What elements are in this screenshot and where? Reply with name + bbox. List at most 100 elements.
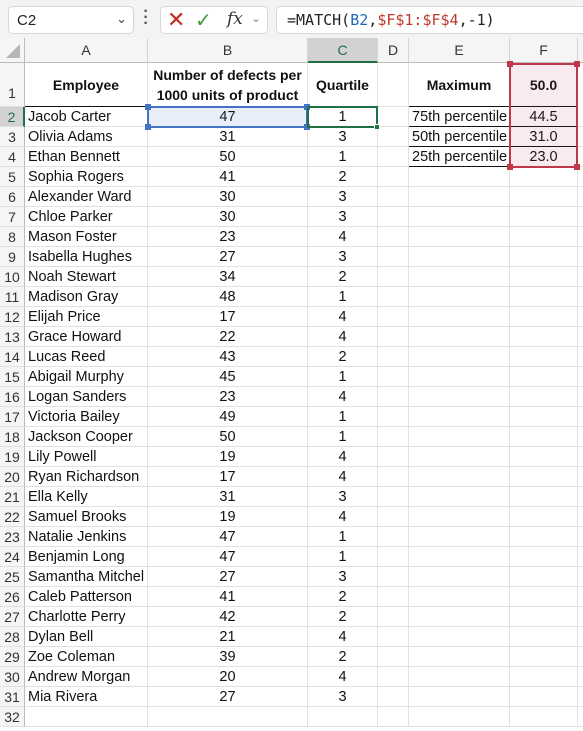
defects-value[interactable]: 47	[148, 547, 308, 567]
quartile-value[interactable]: 3	[308, 207, 378, 227]
cell-f17[interactable]	[510, 407, 578, 427]
formula-input[interactable]: =MATCH(B2,$F$1:$F$4,-1)	[276, 6, 583, 34]
employee-name[interactable]: Benjamin Long	[25, 547, 148, 567]
cell-e14[interactable]	[409, 347, 510, 367]
cell-e18[interactable]	[409, 427, 510, 447]
cell-g18[interactable]	[578, 427, 583, 447]
defects-value[interactable]: 27	[148, 687, 308, 707]
chevron-down-icon[interactable]: ⌄	[116, 11, 127, 27]
employee-name[interactable]: Ethan Bennett	[25, 147, 148, 167]
cell-f5[interactable]	[510, 167, 578, 187]
column-header-d[interactable]: D	[378, 38, 409, 63]
quartile-value[interactable]: 3	[308, 687, 378, 707]
cell-g23[interactable]	[578, 527, 583, 547]
cell-d17[interactable]	[378, 407, 409, 427]
cell-e31[interactable]	[409, 687, 510, 707]
defects-value[interactable]: 20	[148, 667, 308, 687]
employee-name[interactable]: Sophia Rogers	[25, 167, 148, 187]
cell-e15[interactable]	[409, 367, 510, 387]
defects-value[interactable]: 30	[148, 207, 308, 227]
quartile-value[interactable]: 4	[308, 307, 378, 327]
cell-f20[interactable]	[510, 467, 578, 487]
quartile-value[interactable]: 2	[308, 167, 378, 187]
cell-d3[interactable]	[378, 127, 409, 147]
cell-d29[interactable]	[378, 647, 409, 667]
cell-g9[interactable]	[578, 247, 583, 267]
row-header-4[interactable]: 4	[0, 147, 25, 167]
quartile-value[interactable]: 2	[308, 587, 378, 607]
employee-name[interactable]: Isabella Hughes	[25, 247, 148, 267]
row-header-23[interactable]: 23	[0, 527, 25, 547]
row-header-29[interactable]: 29	[0, 647, 25, 667]
employee-name[interactable]: Grace Howard	[25, 327, 148, 347]
cell-g17[interactable]	[578, 407, 583, 427]
cell-f28[interactable]	[510, 627, 578, 647]
employee-name[interactable]: Natalie Jenkins	[25, 527, 148, 547]
cell-e7[interactable]	[409, 207, 510, 227]
cell-f11[interactable]	[510, 287, 578, 307]
cell-e8[interactable]	[409, 227, 510, 247]
percentile-label[interactable]: 75th percentile	[409, 107, 510, 127]
defects-value[interactable]: 19	[148, 447, 308, 467]
defects-value[interactable]: 49	[148, 407, 308, 427]
row-header-17[interactable]: 17	[0, 407, 25, 427]
employee-name[interactable]: Zoe Coleman	[25, 647, 148, 667]
cell-c32[interactable]	[308, 707, 378, 727]
defects-value[interactable]: 17	[148, 467, 308, 487]
more-options-icon[interactable]: · · ·	[143, 4, 149, 32]
defects-value[interactable]: 30	[148, 187, 308, 207]
cell-g20[interactable]	[578, 467, 583, 487]
quartile-value[interactable]: 2	[308, 607, 378, 627]
row-header-20[interactable]: 20	[0, 467, 25, 487]
row-header-13[interactable]: 13	[0, 327, 25, 347]
cell-d30[interactable]	[378, 667, 409, 687]
row-header-26[interactable]: 26	[0, 587, 25, 607]
quartile-value[interactable]: 4	[308, 507, 378, 527]
cell-e24[interactable]	[409, 547, 510, 567]
employee-name[interactable]: Noah Stewart	[25, 267, 148, 287]
cell-d7[interactable]	[378, 207, 409, 227]
cell-d24[interactable]	[378, 547, 409, 567]
cell-f27[interactable]	[510, 607, 578, 627]
cell-d28[interactable]	[378, 627, 409, 647]
cell-e20[interactable]	[409, 467, 510, 487]
cell-g32[interactable]	[578, 707, 583, 727]
cell-d26[interactable]	[378, 587, 409, 607]
cell-e26[interactable]	[409, 587, 510, 607]
row-header-6[interactable]: 6	[0, 187, 25, 207]
row-header-30[interactable]: 30	[0, 667, 25, 687]
cell-e22[interactable]	[409, 507, 510, 527]
cell-g27[interactable]	[578, 607, 583, 627]
cell-g31[interactable]	[578, 687, 583, 707]
cell-f30[interactable]	[510, 667, 578, 687]
row-header-12[interactable]: 12	[0, 307, 25, 327]
cell-g6[interactable]	[578, 187, 583, 207]
cell-f23[interactable]	[510, 527, 578, 547]
cell-d23[interactable]	[378, 527, 409, 547]
cell-g8[interactable]	[578, 227, 583, 247]
cell-f8[interactable]	[510, 227, 578, 247]
employee-name[interactable]: Caleb Patterson	[25, 587, 148, 607]
employee-name[interactable]: Mia Rivera	[25, 687, 148, 707]
quartile-value[interactable]: 1	[308, 427, 378, 447]
employee-name[interactable]: Madison Gray	[25, 287, 148, 307]
cell-f25[interactable]	[510, 567, 578, 587]
row-header-25[interactable]: 25	[0, 567, 25, 587]
cell-f26[interactable]	[510, 587, 578, 607]
cell-f10[interactable]	[510, 267, 578, 287]
percentile-label[interactable]: 25th percentile	[409, 147, 510, 167]
cell-e9[interactable]	[409, 247, 510, 267]
employee-name[interactable]: Samantha Mitchel	[25, 567, 148, 587]
cell-g13[interactable]	[578, 327, 583, 347]
active-cell-c2[interactable]	[307, 106, 380, 130]
quartile-value[interactable]: 1	[308, 407, 378, 427]
percentile-label[interactable]: 50th percentile	[409, 127, 510, 147]
cell-f7[interactable]	[510, 207, 578, 227]
row-header-10[interactable]: 10	[0, 267, 25, 287]
defects-value[interactable]: 19	[148, 507, 308, 527]
quartile-value[interactable]: 3	[308, 247, 378, 267]
cell-g28[interactable]	[578, 627, 583, 647]
cell-e12[interactable]	[409, 307, 510, 327]
row-header-18[interactable]: 18	[0, 427, 25, 447]
quartile-value[interactable]: 4	[308, 627, 378, 647]
